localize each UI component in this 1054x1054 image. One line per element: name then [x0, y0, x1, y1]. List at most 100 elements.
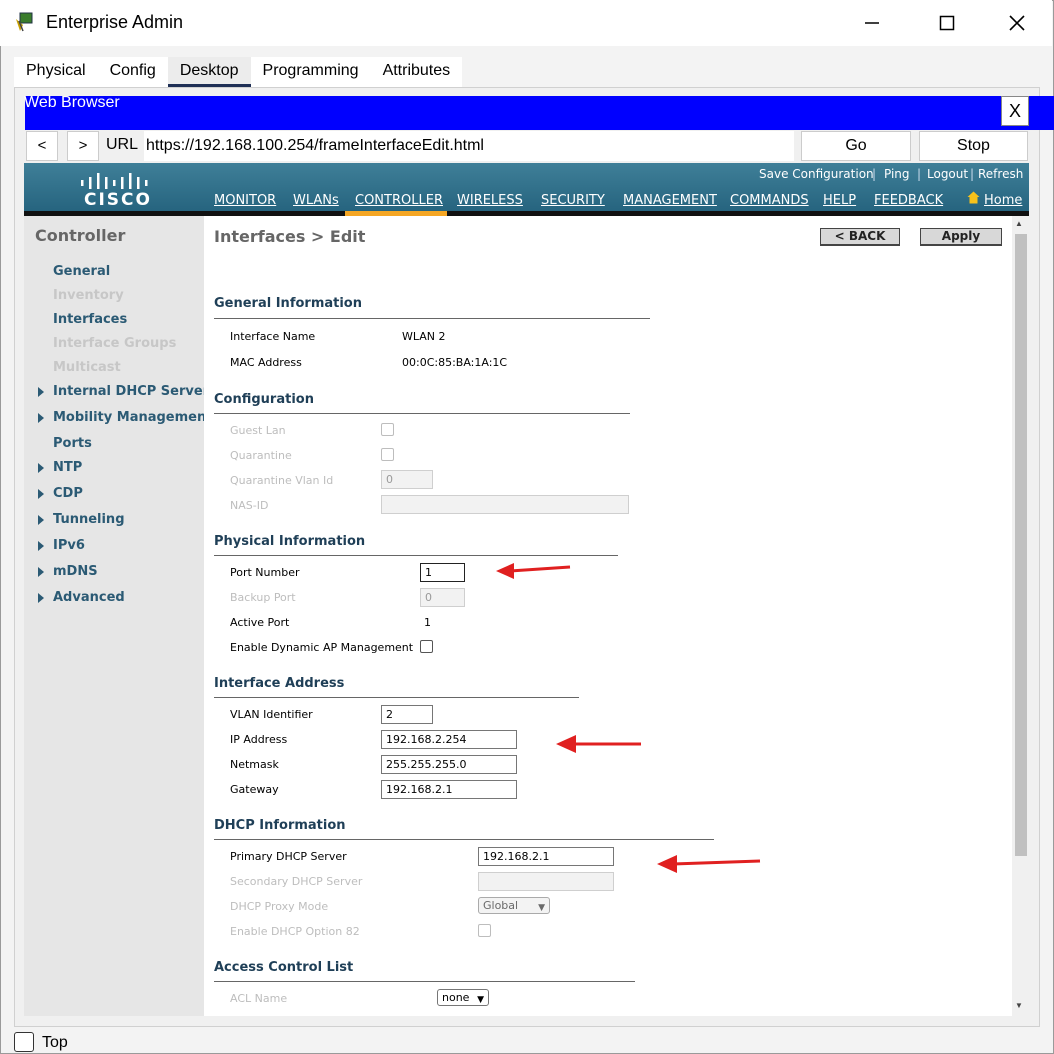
menu-commands[interactable]: COMMANDS	[730, 193, 809, 208]
ping-link[interactable]: Ping	[884, 167, 910, 181]
backup-port-input: 0	[420, 588, 465, 607]
content-pane	[204, 216, 1012, 1016]
link-separator: |	[917, 167, 922, 181]
sidebar-item-ntp[interactable]: NTP	[53, 460, 82, 475]
sidebar-item-interfaces[interactable]: Interfaces	[53, 312, 127, 327]
link-separator: |	[970, 167, 975, 181]
section-divider	[214, 555, 618, 556]
menu-home[interactable]: Home	[984, 193, 1022, 208]
expand-arrow-icon	[38, 413, 44, 423]
go-button[interactable]: Go	[801, 131, 911, 161]
quarantine-vlan-label: Quarantine Vlan Id	[230, 474, 334, 487]
sidebar-item-mdns[interactable]: mDNS	[53, 564, 98, 579]
back-nav-button[interactable]: <	[26, 131, 58, 161]
expand-arrow-icon	[38, 593, 44, 603]
interface-name-label: Interface Name	[230, 330, 316, 343]
secondary-dhcp-input	[478, 872, 614, 891]
sidebar-item-advanced[interactable]: Advanced	[53, 590, 125, 605]
back-button[interactable]: < BACK	[820, 228, 900, 246]
forward-nav-button[interactable]: >	[67, 131, 99, 161]
sidebar-item-tunneling[interactable]: Tunneling	[53, 512, 125, 527]
tab-programming[interactable]: Programming	[251, 57, 371, 87]
tab-physical[interactable]: Physical	[14, 57, 98, 87]
sidebar-item-internal-dhcp-server[interactable]: Internal DHCP Server	[53, 384, 209, 399]
guest-lan-checkbox	[381, 423, 394, 436]
close-button[interactable]	[995, 8, 1039, 38]
always-on-top-checkbox[interactable]	[14, 1032, 34, 1052]
mac-address-label: MAC Address	[230, 356, 302, 369]
section-divider	[214, 981, 635, 982]
expand-arrow-icon	[38, 541, 44, 551]
section-divider	[214, 413, 630, 414]
section-title-dhcp: DHCP Information	[214, 818, 346, 833]
menu-wireless[interactable]: WIRELESS	[457, 193, 523, 208]
section-divider	[214, 839, 714, 840]
sidebar-item-mobility-management[interactable]: Mobility Management	[53, 410, 212, 425]
scroll-up-icon[interactable]: ▲	[1015, 219, 1023, 228]
tab-attributes[interactable]: Attributes	[371, 57, 463, 87]
url-input[interactable]	[144, 131, 794, 161]
expand-arrow-icon	[38, 387, 44, 397]
primary-dhcp-label: Primary DHCP Server	[230, 850, 347, 863]
stop-button[interactable]: Stop	[919, 131, 1028, 161]
dynamic-ap-checkbox[interactable]	[420, 640, 433, 653]
vlan-identifier-input[interactable]: 2	[381, 705, 433, 724]
sidebar-item-ports[interactable]: Ports	[53, 436, 92, 451]
sidebar-item-multicast: Multicast	[53, 360, 121, 375]
vlan-identifier-label: VLAN Identifier	[230, 708, 313, 721]
window-title: Enterprise Admin	[46, 12, 184, 32]
quarantine-label: Quarantine	[230, 449, 292, 462]
menu-security[interactable]: SECURITY	[541, 193, 605, 208]
menu-management[interactable]: MANAGEMENT	[623, 193, 717, 208]
gateway-input[interactable]: 192.168.2.1	[381, 780, 517, 799]
menu-controller[interactable]: CONTROLLER	[355, 193, 443, 208]
scroll-down-icon[interactable]: ▼	[1015, 1001, 1023, 1010]
interface-name-value: WLAN 2	[402, 330, 446, 343]
save-configuration-link[interactable]: Save Configuration	[759, 167, 874, 181]
tab-desktop[interactable]: Desktop	[167, 57, 251, 87]
section-divider	[214, 318, 650, 319]
menu-help[interactable]: HELP	[823, 193, 856, 208]
expand-arrow-icon	[38, 489, 44, 499]
logout-link[interactable]: Logout	[927, 167, 968, 181]
refresh-link[interactable]: Refresh	[978, 167, 1023, 181]
tab-config[interactable]: Config	[98, 57, 168, 87]
secondary-dhcp-label: Secondary DHCP Server	[230, 875, 363, 888]
quarantine-checkbox	[381, 448, 394, 461]
gateway-label: Gateway	[230, 783, 279, 796]
always-on-top-label: Top	[42, 1034, 68, 1051]
url-label: URL	[106, 136, 139, 153]
mac-address-value: 00:0C:85:BA:1A:1C	[402, 356, 508, 369]
browser-title-bar	[25, 96, 1054, 130]
browser-close-button[interactable]: X	[1001, 96, 1029, 126]
menu-wlans[interactable]: WLANs	[293, 193, 339, 208]
maximize-button[interactable]	[925, 8, 969, 38]
chevron-down-icon: ▼	[477, 995, 484, 1005]
menu-monitor[interactable]: MONITOR	[214, 193, 276, 208]
ip-address-input[interactable]: 192.168.2.254	[381, 730, 517, 749]
menu-feedback[interactable]: FEEDBACK	[874, 193, 943, 208]
link-separator: |	[872, 167, 877, 181]
red-arrow-icon	[496, 563, 571, 579]
port-number-label: Port Number	[230, 566, 300, 579]
guest-lan-label: Guest Lan	[230, 424, 286, 437]
acl-name-label: ACL Name	[230, 992, 288, 1005]
minimize-button[interactable]	[850, 8, 894, 38]
acl-name-select[interactable]: none ▼	[437, 989, 489, 1006]
tab-bar: Physical Config Desktop Programming Attr…	[14, 57, 463, 87]
apply-button[interactable]: Apply	[920, 228, 1002, 246]
sidebar-item-ipv6[interactable]: IPv6	[53, 538, 85, 553]
sidebar-item-general[interactable]: General	[53, 264, 110, 279]
netmask-input[interactable]: 255.255.255.0	[381, 755, 517, 774]
primary-dhcp-input[interactable]: 192.168.2.1	[478, 847, 614, 866]
cisco-logo-text: CISCO	[84, 190, 152, 210]
sidebar-item-cdp[interactable]: CDP	[53, 486, 83, 501]
section-title-address: Interface Address	[214, 676, 345, 691]
dhcp-option82-checkbox	[478, 924, 491, 937]
scrollbar-thumb[interactable]	[1015, 234, 1027, 856]
port-number-input[interactable]: 1	[420, 563, 465, 582]
active-port-label: Active Port	[230, 616, 290, 629]
red-arrow-icon	[556, 735, 641, 753]
dhcp-proxy-label: DHCP Proxy Mode	[230, 900, 329, 913]
quarantine-vlan-input: 0	[381, 470, 433, 489]
